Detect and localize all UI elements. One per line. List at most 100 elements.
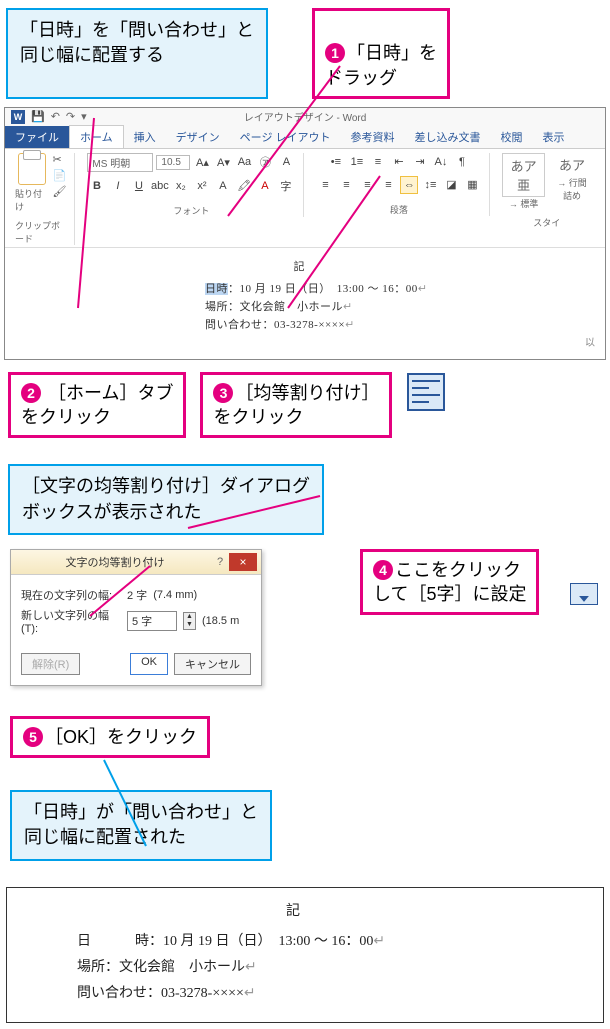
cut-icon[interactable]: ✂: [52, 153, 66, 166]
close-icon[interactable]: ×: [229, 553, 257, 571]
current-width-label: 現在の文字列の幅:: [21, 587, 121, 603]
increase-font-icon[interactable]: A▴: [193, 153, 211, 171]
text-effects-icon[interactable]: A: [214, 177, 232, 195]
result-line-contact: 問い合わせ：03-3278-××××↵: [77, 982, 573, 1002]
paste-label: 貼り付け: [15, 187, 48, 213]
decrease-font-icon[interactable]: A▾: [214, 153, 232, 171]
para-mark-icon: ↵: [244, 986, 256, 1001]
group-styles: あア亜 → 標準 あア → 行間詰め スタイ: [498, 153, 599, 229]
paste-icon[interactable]: [18, 153, 46, 185]
doc-heading-ki: 記: [5, 258, 605, 274]
style-preview-1[interactable]: あア亜: [502, 153, 545, 197]
show-marks-icon[interactable]: ¶: [453, 153, 471, 171]
char-shading-icon[interactable]: 字: [277, 177, 295, 195]
callout-step2: 2 ［ホーム］タブ をクリック: [8, 372, 186, 439]
doc-text: 場所：文化会館 小ホール: [77, 960, 245, 975]
doc-ijou: 以: [5, 334, 605, 349]
increase-indent-icon[interactable]: ⇥: [411, 153, 429, 171]
new-width-input[interactable]: 5 字: [127, 611, 177, 631]
italic-icon[interactable]: I: [109, 177, 127, 195]
cancel-button[interactable]: キャンセル: [174, 653, 251, 675]
strike-icon[interactable]: abc: [151, 177, 169, 195]
group-font: MS 明朝 10.5 A▴ A▾ Aa ㋐ A B I U abc x₂ x² …: [83, 153, 304, 217]
para-mark-icon: ↵: [373, 934, 385, 949]
dialog-distribute: 文字の均等割り付け ? × 現在の文字列の幅: 2 字 (7.4 mm) 新しい…: [10, 549, 262, 686]
undo-icon[interactable]: ↶: [51, 110, 60, 123]
group-label-styles: スタイ: [533, 216, 560, 229]
decrease-indent-icon[interactable]: ⇤: [390, 153, 408, 171]
ok-button[interactable]: OK: [130, 653, 168, 675]
spinner-up-icon[interactable]: ▲: [184, 613, 195, 621]
align-center-icon[interactable]: ≡: [337, 176, 355, 194]
spinner[interactable]: ▲▼: [183, 612, 196, 630]
callout-intro: 「日時」を「問い合わせ」と 同じ幅に配置する: [6, 8, 268, 99]
doc-line-contact: 問い合わせ：03-3278-××××↵: [205, 316, 605, 332]
group-paragraph: •≡ 1≡ ≡ ⇤ ⇥ A↓ ¶ ≡ ≡ ≡ ≡ ⇔ ↕≡ ◪ ▦ 段落: [312, 153, 490, 216]
result-datetime-label-a: 日: [77, 934, 91, 949]
scroll-marker-icon: [570, 583, 598, 605]
copy-icon[interactable]: 📄: [52, 169, 66, 182]
callout-step1: 1「日時」を ドラッグ: [312, 8, 450, 99]
tab-mailings[interactable]: 差し込み文書: [405, 126, 491, 148]
group-clipboard: 貼り付け ✂ 📄 🖌 クリップボード: [11, 153, 75, 245]
dialog-titlebar: 文字の均等割り付け ? ×: [11, 550, 261, 575]
style-name-2: → 行間詰め: [553, 176, 591, 202]
style-name-1: → 標準: [502, 197, 545, 210]
group-label-font: フォント: [173, 204, 209, 217]
release-button[interactable]: 解除(R): [21, 653, 80, 675]
doc-line-datetime-rest: ：10 月 19 日（日） 13:00 ～ 16：00: [228, 283, 418, 295]
ruby-icon[interactable]: ㋐: [256, 153, 274, 171]
callout-result: 「日時」が「問い合わせ」と 同じ幅に配置された: [10, 790, 272, 860]
current-width-value: 2 字: [127, 587, 147, 603]
char-border-icon[interactable]: A: [277, 153, 295, 171]
tab-home[interactable]: ホーム: [69, 125, 124, 148]
help-icon[interactable]: ?: [211, 556, 229, 568]
selected-text-datetime: 日時: [205, 283, 228, 295]
multilevel-icon[interactable]: ≡: [369, 153, 387, 171]
step-number: 3: [213, 383, 233, 403]
align-left-icon[interactable]: ≡: [316, 176, 334, 194]
doc-line-place: 場所：文化会館 小ホール↵: [205, 298, 605, 314]
subscript-icon[interactable]: x₂: [172, 177, 190, 195]
numbering-icon[interactable]: 1≡: [348, 153, 366, 171]
callout-step4: 4ここをクリック して［5字］に設定: [360, 549, 539, 616]
tab-view[interactable]: 表示: [533, 126, 575, 148]
tab-file[interactable]: ファイル: [5, 126, 69, 148]
doc-text: 場所：文化会館 小ホール: [205, 301, 343, 313]
spinner-down-icon[interactable]: ▼: [184, 621, 195, 629]
borders-icon[interactable]: ▦: [463, 176, 481, 194]
bullets-icon[interactable]: •≡: [327, 153, 345, 171]
phonetic-icon[interactable]: Aa: [235, 153, 253, 171]
font-color-icon[interactable]: A: [256, 177, 274, 195]
distribute-icon[interactable]: ⇔: [400, 176, 418, 194]
align-right-icon[interactable]: ≡: [358, 176, 376, 194]
tab-pagelayout[interactable]: ページ レイアウト: [230, 126, 341, 148]
tab-references[interactable]: 参考資料: [341, 126, 405, 148]
tab-insert[interactable]: 挿入: [124, 126, 166, 148]
tab-review[interactable]: 校閲: [491, 126, 533, 148]
shading-icon[interactable]: ◪: [442, 176, 460, 194]
sort-icon[interactable]: A↓: [432, 153, 450, 171]
ribbon-body: 貼り付け ✂ 📄 🖌 クリップボード MS 明朝 10.5 A▴ A▾ Aa ㋐…: [5, 148, 605, 247]
justify-icon[interactable]: ≡: [379, 176, 397, 194]
style-preview-2[interactable]: あア: [553, 153, 591, 176]
format-painter-icon[interactable]: 🖌: [52, 185, 66, 198]
group-label-paragraph: 段落: [390, 203, 408, 216]
tab-design[interactable]: デザイン: [166, 126, 230, 148]
save-icon[interactable]: 💾: [31, 110, 45, 123]
callout-dialog-shown: ［文字の均等割り付け］ダイアログ ボックスが表示された: [8, 464, 324, 534]
document-area[interactable]: 記 日時：10 月 19 日（日） 13:00 ～ 16：00↵ 場所：文化会館…: [5, 247, 605, 359]
qat-dropdown-icon[interactable]: ▾: [81, 110, 87, 123]
result-document: 記 日時：10 月 19 日（日） 13:00 ～ 16：00↵ 場所：文化会館…: [6, 887, 604, 1023]
result-datetime-label-b: 時: [135, 934, 149, 949]
superscript-icon[interactable]: x²: [193, 177, 211, 195]
bold-icon[interactable]: B: [88, 177, 106, 195]
line-spacing-icon[interactable]: ↕≡: [421, 176, 439, 194]
redo-icon[interactable]: ↷: [66, 110, 75, 123]
callout-text: ここをクリック して［5字］に設定: [373, 560, 526, 604]
new-width-mm: (18.5 m: [202, 615, 239, 627]
font-size-select[interactable]: 10.5: [156, 155, 190, 170]
highlight-icon[interactable]: 🖍: [235, 177, 253, 195]
underline-icon[interactable]: U: [130, 177, 148, 195]
font-name-select[interactable]: MS 明朝: [87, 153, 153, 172]
